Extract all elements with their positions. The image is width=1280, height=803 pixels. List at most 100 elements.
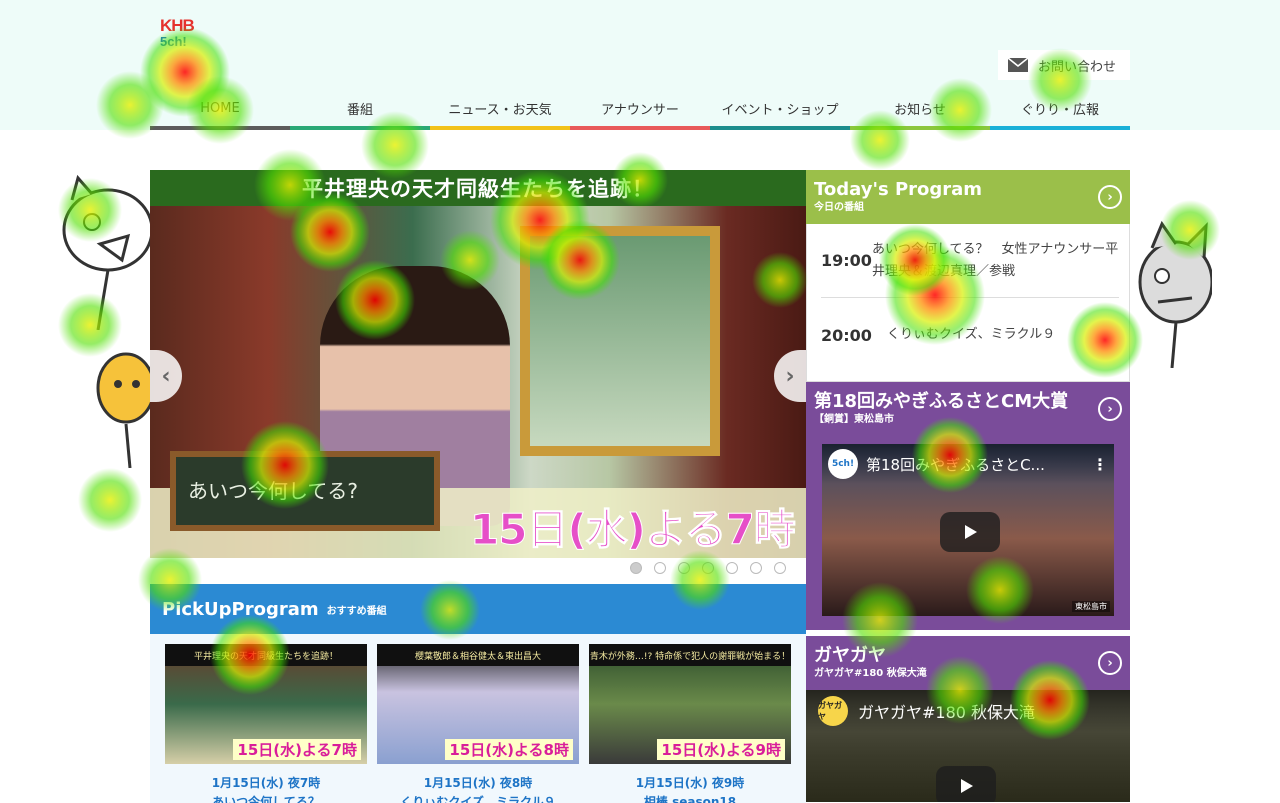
nav-bar <box>990 126 1130 130</box>
play-icon <box>961 779 973 793</box>
cm-award-panel: 第18回みやぎふるさとCM大賞 【銅賞】東松島市 › 5ch! 第18回みやぎふ… <box>806 382 1130 630</box>
pickup-title: PickUpProgram <box>162 598 319 620</box>
pickup-header: PickUpProgram おすすめ番組 <box>150 584 806 634</box>
card-date: 1月15日(水) 夜7時 <box>211 776 321 790</box>
schedule-title: あいつ今何してる？ 女性アナウンサー平井理央＆渡辺真理／参戦 <box>871 241 1119 279</box>
card-title: あいつ今何してる？ <box>212 795 320 803</box>
todays-program-header[interactable]: Today's Program 今日の番組 › <box>806 170 1130 224</box>
chevron-right-icon: › <box>1098 397 1122 421</box>
hero-image[interactable]: あいつ今何してる? 15日(水)よる7時 <box>150 206 806 558</box>
mail-icon <box>1008 58 1028 72</box>
card-title: くりぃむクイズ ミラクル９ <box>400 795 556 803</box>
slider-dot[interactable] <box>630 562 642 574</box>
nav-bar <box>710 126 850 130</box>
todays-program-subtitle: 今日の番組 <box>814 202 864 213</box>
todays-program-panel: Today's Program 今日の番組 › 19:00 あいつ今何してる？ … <box>806 170 1130 382</box>
nav-label: お知らせ <box>894 102 946 118</box>
nav-label: HOME <box>200 100 240 116</box>
nav-bar <box>570 126 710 130</box>
slider-dot[interactable] <box>678 562 690 574</box>
thumb-date: 15日(水)よる8時 <box>445 739 573 760</box>
todays-program-title: Today's Program <box>814 179 983 200</box>
global-nav: HOME 番組 ニュース・お天気 アナウンサー イベント・ショップ お知らせ ぐ… <box>150 86 1130 130</box>
nav-gurili-pr[interactable]: ぐりり・広報 <box>990 86 1130 130</box>
contact-label: お問い合わせ <box>1038 59 1117 75</box>
program-card[interactable]: 平井理央の天才同級生たちを追跡！ 15日(水)よる7時 1月15日(水) 夜7時… <box>165 644 367 803</box>
video-title-bar: 5ch! 第18回みやぎふるさとC... ⋮ <box>822 444 1114 484</box>
thumb-date: 15日(水)よる7時 <box>233 739 361 760</box>
chevron-right-icon: › <box>785 363 795 389</box>
pickup-cards: 平井理央の天才同級生たちを追跡！ 15日(水)よる7時 1月15日(水) 夜7時… <box>150 634 806 803</box>
video-title: 第18回みやぎふるさとC... <box>866 455 1045 474</box>
channel-avatar: 5ch! <box>828 449 858 479</box>
gayagaya-panel: ガヤガヤ ガヤガヤ#180 秋保大滝 › ガヤガヤ ガヤガヤ#180 秋保大滝 <box>806 636 1130 802</box>
slider-dots <box>630 562 786 574</box>
logo-text: KHB <box>160 16 195 35</box>
gayagaya-subtitle: ガヤガヤ#180 秋保大滝 <box>814 668 927 679</box>
yellow-cat-mascot <box>96 348 156 472</box>
nav-bar <box>430 126 570 130</box>
nav-home[interactable]: HOME <box>150 86 290 130</box>
gayagaya-header[interactable]: ガヤガヤ ガヤガヤ#180 秋保大滝 › <box>806 636 1130 690</box>
gray-cat-mascot <box>1132 218 1214 372</box>
nav-label: ぐりり・広報 <box>1020 102 1099 118</box>
video-credit: 東松島市 <box>1072 601 1110 612</box>
cm-award-subtitle: 【銅賞】東松島市 <box>814 414 894 425</box>
white-cat-mascot <box>58 170 158 334</box>
khb-logo[interactable]: KHB 5ch! <box>160 16 230 66</box>
program-thumbnail: 平井理央の天才同級生たちを追跡！ 15日(水)よる7時 <box>165 644 367 764</box>
schedule-list: 19:00 あいつ今何してる？ 女性アナウンサー平井理央＆渡辺真理／参戦 20:… <box>806 224 1130 382</box>
slider-dot[interactable] <box>702 562 714 574</box>
contact-link[interactable]: お問い合わせ <box>998 50 1130 80</box>
thumb-headline: 平井理央の天才同級生たちを追跡！ <box>165 644 367 666</box>
play-button[interactable] <box>940 512 1000 552</box>
nav-label: イベント・ショップ <box>721 102 839 118</box>
card-date: 1月15日(水) 夜8時 <box>423 776 533 790</box>
hero-portrait-frame <box>520 226 720 456</box>
program-thumbnail: 青木が外務…!? 特命係で犯人の謝罪戦が始まる！ 15日(水)よる9時 <box>589 644 791 764</box>
schedule-time: 20:00 <box>821 325 872 345</box>
gayagaya-video-player[interactable]: ガヤガヤ ガヤガヤ#180 秋保大滝 <box>806 690 1130 802</box>
cm-award-header[interactable]: 第18回みやぎふるさとCM大賞 【銅賞】東松島市 › <box>806 382 1130 436</box>
program-card[interactable]: 櫻葉敬郎＆相谷健太＆東出昌大 15日(水)よる8時 1月15日(水) 夜8時 く… <box>377 644 579 803</box>
hero-slider[interactable]: 平井理央の天才同級生たちを追跡！ あいつ今何してる? 15日(水)よる7時 ‹ … <box>150 170 806 584</box>
video-title-bar: ガヤガヤ ガヤガヤ#180 秋保大滝 <box>806 690 1130 732</box>
nav-bar <box>150 126 290 130</box>
logo-sub: 5ch! <box>160 34 187 49</box>
nav-label: アナウンサー <box>601 102 679 118</box>
card-date: 1月15日(水) 夜9時 <box>635 776 745 790</box>
cm-award-title: 第18回みやぎふるさとCM大賞 <box>814 391 1069 412</box>
nav-events-shop[interactable]: イベント・ショップ <box>710 86 850 130</box>
nav-programs[interactable]: 番組 <box>290 86 430 130</box>
chevron-left-icon: ‹ <box>161 363 171 389</box>
video-title: ガヤガヤ#180 秋保大滝 <box>858 703 1036 722</box>
nav-announcers[interactable]: アナウンサー <box>570 86 710 130</box>
cm-video-box: 5ch! 第18回みやぎふるさとC... ⋮ 東松島市 <box>806 436 1130 630</box>
hero-title: 平井理央の天才同級生たちを追跡！ <box>150 170 806 206</box>
nav-label: ニュース・お天気 <box>448 102 552 118</box>
play-button[interactable] <box>936 766 996 802</box>
slider-dot[interactable] <box>774 562 786 574</box>
more-vert-icon[interactable]: ⋮ <box>1092 455 1108 474</box>
chevron-right-icon: › <box>1098 651 1122 675</box>
program-thumbnail: 櫻葉敬郎＆相谷健太＆東出昌大 15日(水)よる8時 <box>377 644 579 764</box>
nav-news-weather[interactable]: ニュース・お天気 <box>430 86 570 130</box>
card-title: 相棒 season18 <box>643 795 737 803</box>
pickup-subtitle: おすすめ番組 <box>326 605 387 617</box>
nav-notices[interactable]: お知らせ <box>850 86 990 130</box>
slider-dot[interactable] <box>726 562 738 574</box>
hero-chalkboard: あいつ今何してる? <box>170 451 440 531</box>
schedule-title: くりぃむクイズ、ミラクル９ <box>887 327 1056 342</box>
nav-bar <box>850 126 990 130</box>
nav-bar <box>290 126 430 130</box>
channel-avatar: ガヤガヤ <box>818 696 848 726</box>
hero-date: 15日(水)よる7時 <box>470 505 797 555</box>
slider-dot[interactable] <box>750 562 762 574</box>
thumb-headline: 櫻葉敬郎＆相谷健太＆東出昌大 <box>377 644 579 666</box>
schedule-row[interactable]: 20:00 くりぃむクイズ、ミラクル９ <box>821 298 1119 372</box>
slider-dot[interactable] <box>654 562 666 574</box>
program-card[interactable]: 青木が外務…!? 特命係で犯人の謝罪戦が始まる！ 15日(水)よる9時 1月15… <box>589 644 791 803</box>
schedule-row[interactable]: 19:00 あいつ今何してる？ 女性アナウンサー平井理央＆渡辺真理／参戦 <box>821 224 1119 298</box>
cm-video-player[interactable]: 5ch! 第18回みやぎふるさとC... ⋮ 東松島市 <box>822 444 1114 616</box>
thumb-headline: 青木が外務…!? 特命係で犯人の謝罪戦が始まる！ <box>589 644 791 666</box>
